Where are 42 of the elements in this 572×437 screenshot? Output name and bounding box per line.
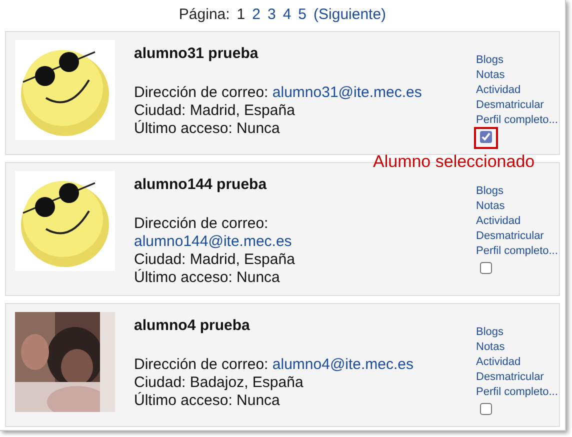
profile-link[interactable]: Desmatricular: [476, 98, 558, 113]
page-link[interactable]: 3: [267, 6, 276, 22]
student-name: alumno144 prueba: [134, 176, 268, 193]
profile-link[interactable]: Notas: [476, 199, 558, 214]
profile-link[interactable]: Desmatricular: [476, 229, 558, 244]
profile-link[interactable]: Actividad: [476, 214, 558, 229]
city-text: Ciudad: Madrid, España: [134, 251, 296, 269]
profile-link[interactable]: Notas: [476, 68, 558, 83]
email-label: Dirección de correo:: [134, 84, 268, 101]
profile-link[interactable]: Blogs: [476, 53, 558, 68]
last-access-text: Último acceso: Nunca: [134, 120, 281, 138]
profile-link[interactable]: Desmatricular: [476, 370, 558, 385]
city-text: Ciudad: Madrid, España: [134, 102, 296, 120]
profile-link[interactable]: Actividad: [476, 83, 558, 98]
profile-link[interactable]: Perfil completo...: [476, 385, 558, 400]
last-access-text: Último acceso: Nunca: [134, 392, 281, 410]
select-checkbox[interactable]: [480, 403, 492, 415]
email-label: Dirección de correo:: [134, 215, 268, 232]
email-label: Dirección de correo:: [134, 356, 268, 373]
last-access-text: Último acceso: Nunca: [134, 269, 281, 287]
next-page-link[interactable]: (Siguiente): [314, 6, 386, 22]
student-name: alumno31 prueba: [134, 45, 260, 62]
student-name: alumno4 prueba: [134, 317, 251, 334]
highlight-frame: [474, 127, 498, 149]
profile-link[interactable]: Perfil completo...: [476, 244, 558, 259]
page-link[interactable]: 5: [298, 6, 307, 22]
select-checkbox[interactable]: [480, 131, 492, 143]
email-link[interactable]: alumno144@ite.mec.es: [134, 233, 292, 250]
profile-link[interactable]: Blogs: [476, 184, 558, 199]
profile-link[interactable]: Blogs: [476, 325, 558, 340]
page-link[interactable]: 2: [252, 6, 260, 22]
page-link[interactable]: 1: [236, 6, 246, 22]
annotation-text: Alumno seleccionado: [373, 152, 535, 172]
page-label: Página:: [178, 6, 230, 22]
email-link[interactable]: alumno31@ite.mec.es: [272, 84, 422, 101]
email-link[interactable]: alumno4@ite.mec.es: [272, 356, 414, 373]
select-checkbox[interactable]: [480, 262, 492, 274]
page-link[interactable]: 4: [282, 6, 292, 22]
profile-link[interactable]: Perfil completo...: [476, 113, 558, 128]
profile-link[interactable]: Actividad: [476, 355, 558, 370]
profile-link[interactable]: Notas: [476, 340, 558, 355]
city-text: Ciudad: Badajoz, España: [134, 374, 304, 392]
